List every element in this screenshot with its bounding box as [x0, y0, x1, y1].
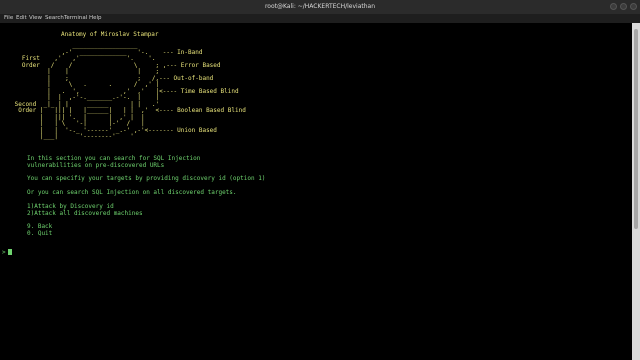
title-bar: root@Kali: ~/HACKERTECH/leviathan — [0, 0, 640, 14]
window-title: root@Kali: ~/HACKERTECH/leviathan — [264, 3, 376, 10]
menu-option-1: 1)Attack by Discovery id — [27, 203, 114, 210]
menu-bar: File Edit View Search Terminal Help — [0, 14, 640, 23]
menu-search[interactable]: Search — [45, 14, 64, 23]
terminal-window: root@Kali: ~/HACKERTECH/leviathan File E… — [0, 0, 640, 360]
menu-help[interactable]: Help — [89, 14, 102, 23]
or-hint: Or you can search SQL Injection on all d… — [27, 189, 237, 196]
heading: Anatomy of Miroslav Stampar — [61, 31, 159, 38]
scrollbar-thumb[interactable] — [634, 29, 638, 229]
menu-file[interactable]: File — [4, 14, 13, 23]
scrollbar[interactable] — [632, 23, 640, 360]
minimize-icon[interactable] — [610, 3, 617, 10]
option-hint: You can specifiy your targets by providi… — [27, 175, 266, 182]
text-cursor — [8, 249, 12, 255]
menu-option-2: 2)Attack all discovered machines — [27, 210, 143, 217]
menu-terminal[interactable]: Terminal — [64, 14, 87, 23]
maximize-icon[interactable] — [620, 3, 627, 10]
close-icon[interactable] — [630, 3, 637, 10]
back-option: 9. Back — [27, 223, 53, 230]
sql-injection-anatomy-art: __________________ ,-' _____________ '-.… — [14, 42, 246, 140]
menu-edit[interactable]: Edit — [16, 14, 27, 23]
prompt: > — [2, 249, 6, 256]
terminal-output[interactable]: Anatomy of Miroslav Stampar ____________… — [0, 23, 632, 360]
intro-line-2: vulnerabilities on pre-discovered URLs — [27, 162, 165, 169]
menu-view[interactable]: View — [29, 14, 42, 23]
intro-line-1: In this section you can search for SQL I… — [27, 155, 201, 162]
quit-option: 0. Quit — [27, 230, 53, 237]
